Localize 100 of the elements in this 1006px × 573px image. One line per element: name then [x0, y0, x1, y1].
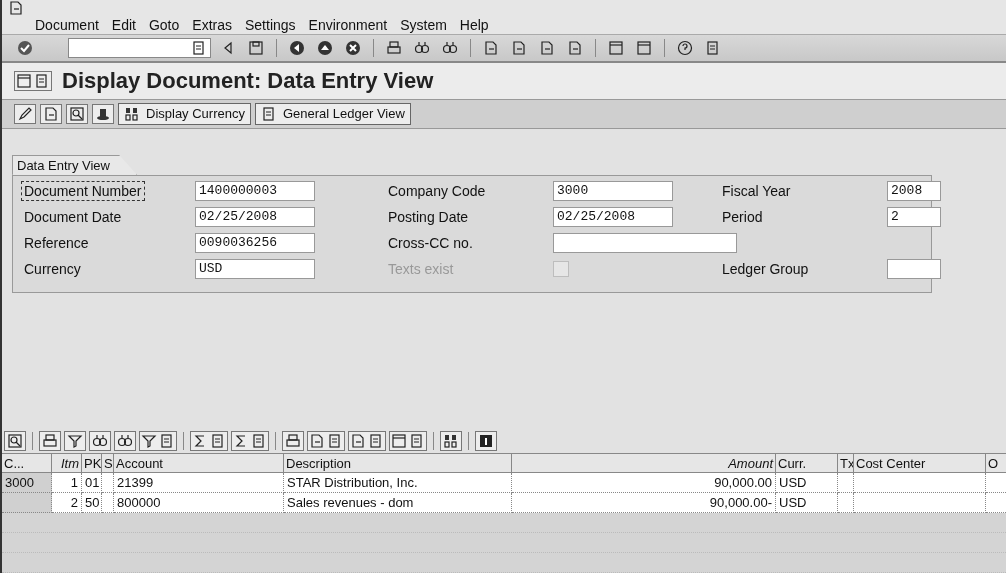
command-field[interactable]	[68, 37, 211, 58]
input-field[interactable]: 1400000003	[195, 180, 315, 201]
toolbar-button[interactable]	[89, 430, 111, 451]
menu-item[interactable]: Environment	[308, 17, 388, 34]
field-label: Company Code	[387, 181, 487, 201]
column-header[interactable]: Amount	[512, 453, 776, 473]
menu-item[interactable]: Goto	[148, 17, 180, 34]
field-label: Ledger Group	[721, 259, 810, 279]
cancel-icon	[345, 39, 361, 56]
dropdown-icon	[409, 432, 425, 449]
column-header[interactable]: S	[102, 453, 114, 473]
print-icon	[42, 432, 58, 449]
dropdown-icon	[327, 432, 343, 449]
print-icon	[386, 39, 402, 56]
field-label: Document Number	[21, 180, 145, 201]
exit-icon	[317, 39, 333, 56]
list-icon	[261, 105, 277, 122]
toolbar-button[interactable]	[282, 430, 304, 451]
back-icon	[289, 39, 305, 56]
window-icon	[16, 72, 32, 89]
toolbar-button[interactable]	[139, 430, 177, 451]
save-icon	[248, 39, 264, 56]
field-label: Currency	[23, 259, 82, 279]
toolbar-button[interactable]	[475, 430, 497, 451]
toolbar-button[interactable]	[92, 103, 114, 124]
window-icon	[636, 39, 652, 56]
field-label: Fiscal Year	[721, 181, 792, 201]
table-cell: 90,000.00-	[512, 493, 776, 513]
input-field[interactable]: 2	[887, 206, 941, 227]
table-cell: Sales revenues - dom	[284, 493, 512, 513]
page-icon	[43, 105, 59, 122]
toolbar-button[interactable]	[64, 430, 86, 451]
info-icon	[478, 432, 494, 449]
input-field[interactable]: 2008	[887, 180, 941, 201]
dropdown-icon	[159, 432, 175, 449]
table-cell: STAR Distribution, Inc.	[284, 473, 512, 493]
table-cell: 2	[52, 493, 82, 513]
toolbar-button[interactable]: General Ledger View	[255, 102, 411, 125]
window-icon	[608, 39, 624, 56]
filter-icon	[141, 432, 157, 449]
menu-item[interactable]: System	[400, 17, 447, 34]
page-icon	[567, 39, 583, 56]
field-label: Texts exist	[387, 259, 455, 279]
column-header[interactable]: O	[986, 453, 1006, 473]
column-header[interactable]: Cost Center	[854, 453, 986, 473]
grid-icon	[124, 105, 140, 122]
field-label: Reference	[23, 233, 90, 253]
table-cell: USD	[776, 473, 838, 493]
table-cell: 21399	[114, 473, 284, 493]
input-field[interactable]: 02/25/2008	[195, 206, 315, 227]
magnifier-icon	[69, 105, 85, 122]
menu-item[interactable]: Extras	[192, 17, 232, 34]
dropdown-icon	[368, 432, 384, 449]
field-label: Period	[721, 207, 764, 227]
toolbar-button[interactable]	[440, 430, 462, 451]
dropdown-icon	[251, 432, 267, 449]
input-field[interactable]	[887, 258, 941, 279]
toolbar-button[interactable]	[39, 430, 61, 451]
column-header[interactable]: Description	[284, 453, 512, 473]
input-field[interactable]: 3000	[553, 180, 673, 201]
page-icon	[511, 39, 527, 56]
magnifier-icon	[7, 432, 23, 449]
input-field[interactable]: 0090036256	[195, 232, 315, 253]
help-icon	[677, 39, 693, 56]
table-cell: USD	[776, 493, 838, 513]
table-cell: 3000	[2, 473, 52, 493]
table-cell: 90,000.00	[512, 473, 776, 493]
menu-item[interactable]: Edit	[111, 17, 136, 34]
page-icon	[285, 432, 301, 449]
dropdown-icon	[34, 72, 50, 89]
column-header[interactable]: Account	[114, 453, 284, 473]
column-header[interactable]: Curr.	[776, 453, 838, 473]
binoculars-icon	[92, 432, 108, 449]
menu-item[interactable]: Document	[35, 17, 99, 34]
field-label: Document Date	[23, 207, 123, 227]
table-cell: 01	[82, 473, 102, 493]
menu-item[interactable]: Settings	[245, 17, 296, 34]
toolbar-button[interactable]	[114, 430, 136, 451]
grid-icon	[391, 432, 407, 449]
field-label: Posting Date	[387, 207, 470, 227]
input-field[interactable]: USD	[195, 258, 315, 279]
dropdown-icon	[210, 432, 226, 449]
toolbar-button[interactable]	[14, 103, 36, 124]
toolbar-button[interactable]	[66, 103, 88, 124]
toolbar-button[interactable]: Display Currency	[118, 102, 251, 125]
toolbar-button[interactable]	[4, 430, 26, 451]
field-label: Cross-CC no.	[387, 233, 474, 253]
table-cell: 1	[52, 473, 82, 493]
column-header[interactable]: PK	[82, 453, 102, 473]
pen-icon	[17, 105, 33, 122]
screen-title: Display Document: Data Entry View	[62, 67, 434, 94]
check-icon	[17, 39, 33, 56]
column-header[interactable]: C...	[2, 453, 52, 473]
column-header[interactable]: Itm	[52, 453, 82, 473]
page-icon	[539, 39, 555, 56]
input-field[interactable]	[553, 232, 737, 253]
funnel-icon	[67, 432, 83, 449]
menu-item[interactable]: Help	[459, 17, 489, 34]
binoculars-icon	[117, 432, 133, 449]
input-field[interactable]: 02/25/2008	[553, 206, 673, 227]
